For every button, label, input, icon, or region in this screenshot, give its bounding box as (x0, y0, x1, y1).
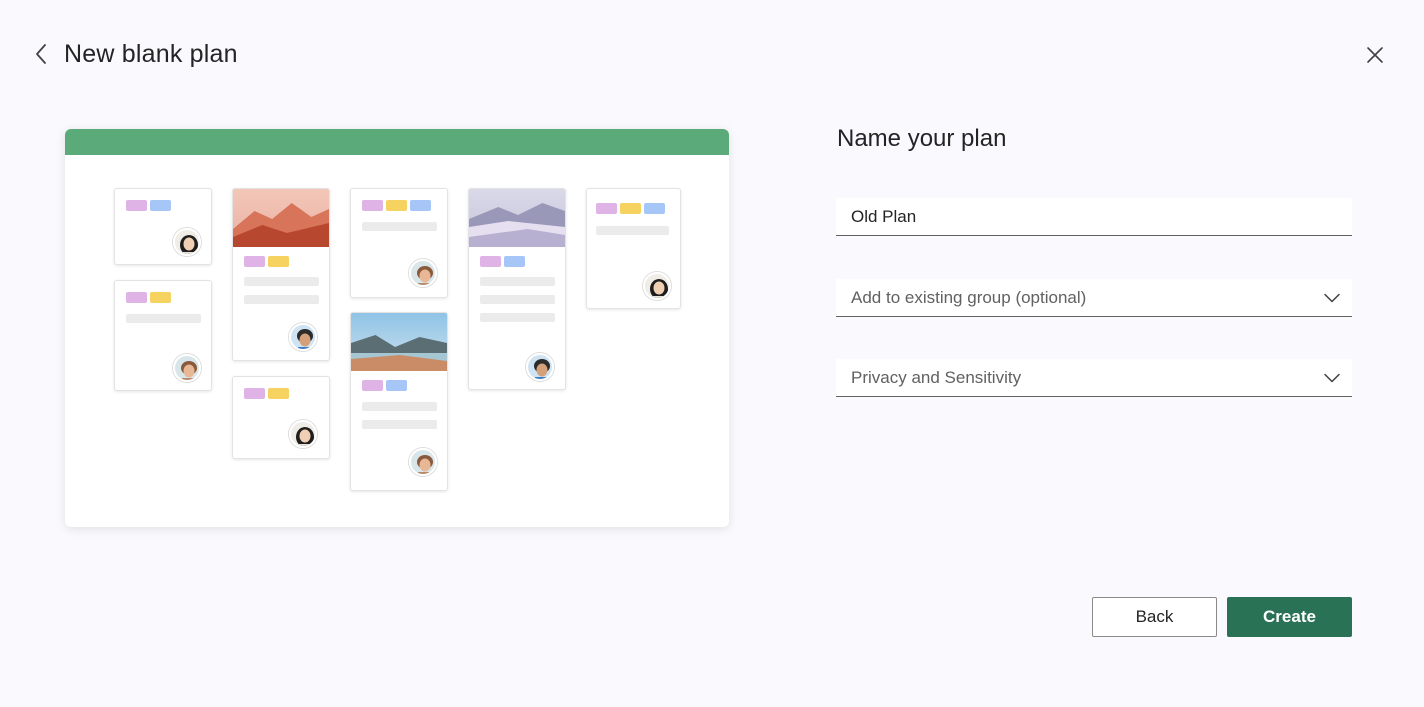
group-select-placeholder: Add to existing group (optional) (851, 287, 1087, 307)
preview-card (114, 280, 212, 391)
plan-preview-illustration (65, 129, 729, 527)
create-button[interactable]: Create (1227, 597, 1352, 637)
avatar (526, 353, 554, 381)
chevron-left-icon (36, 44, 46, 64)
preview-card (468, 188, 566, 390)
preview-card (114, 188, 212, 265)
avatar (409, 448, 437, 476)
section-title: Name your plan (837, 125, 1007, 152)
group-select[interactable]: Add to existing group (optional) (836, 279, 1352, 317)
page-title: New blank plan (64, 39, 238, 68)
avatar (643, 272, 671, 300)
preview-card (350, 312, 448, 491)
preview-card (586, 188, 681, 309)
chevron-down-icon (1324, 290, 1340, 306)
back-arrow-button[interactable] (30, 36, 52, 72)
plan-name-input[interactable]: Old Plan (836, 198, 1352, 236)
close-icon (1367, 47, 1383, 63)
avatar (173, 228, 201, 256)
back-button[interactable]: Back (1092, 597, 1217, 637)
preview-card (232, 376, 330, 459)
preview-card (350, 188, 448, 298)
privacy-select-placeholder: Privacy and Sensitivity (851, 367, 1022, 387)
plan-name-value: Old Plan (851, 206, 917, 226)
avatar (289, 323, 317, 351)
avatar (409, 259, 437, 287)
chevron-down-icon (1324, 370, 1340, 386)
avatar (289, 420, 317, 448)
preview-header-bar (65, 129, 729, 155)
preview-card (232, 188, 330, 361)
close-button[interactable] (1362, 42, 1388, 68)
avatar (173, 354, 201, 382)
dialog-header: New blank plan (30, 36, 238, 72)
privacy-select[interactable]: Privacy and Sensitivity (836, 359, 1352, 397)
